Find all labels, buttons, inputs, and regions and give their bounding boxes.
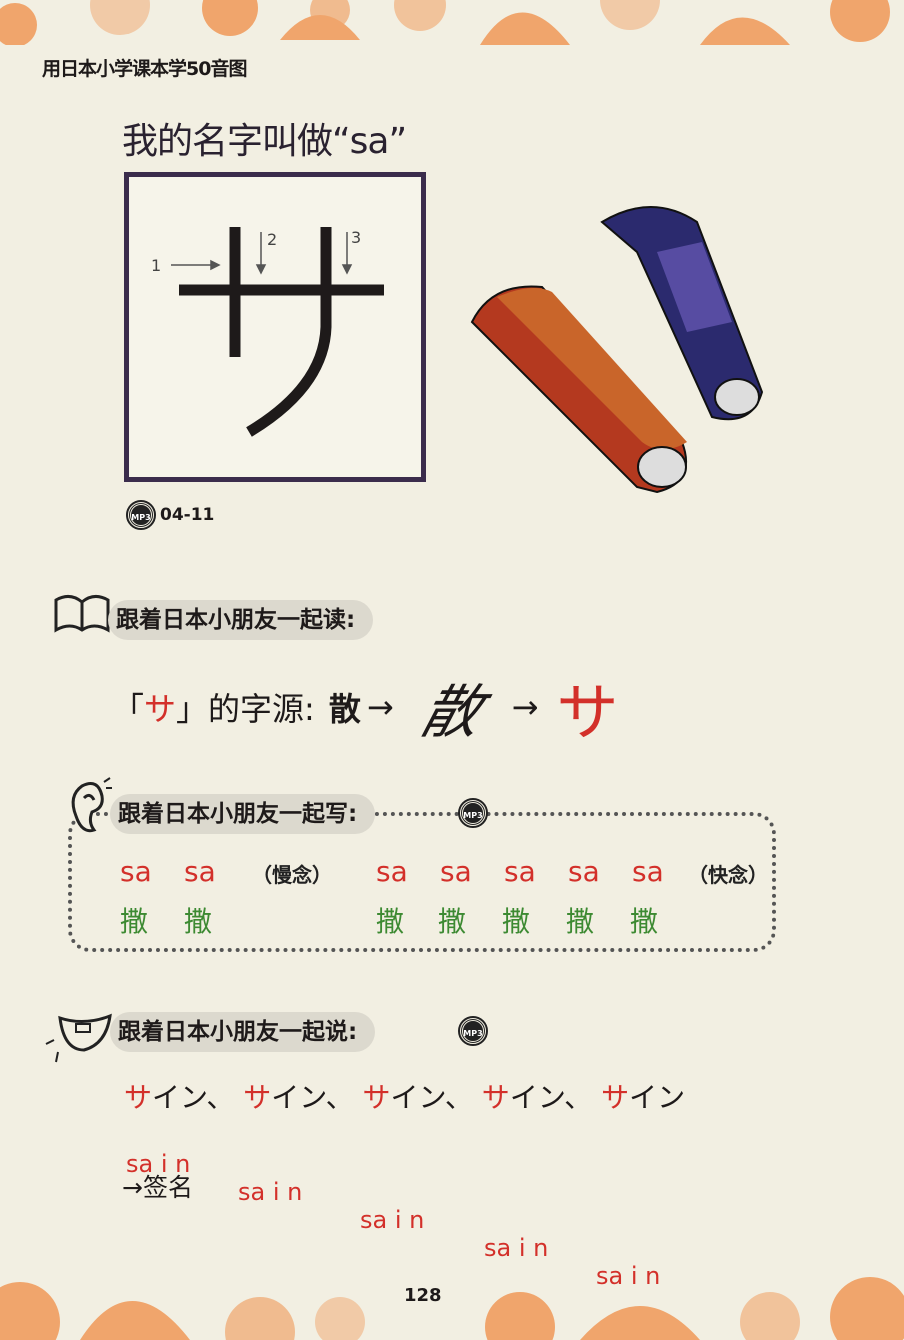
mp3-icon[interactable]: MP3 [458,798,488,828]
romaji: sa i n [238,1178,303,1206]
sound-char: 撒 [438,905,467,938]
slow-reading-note: （慢念） [252,863,332,887]
kana: サ [124,1081,153,1114]
cursive-kanji: 散 [413,678,490,746]
romaji: sa [440,855,472,888]
sound-char: 撒 [120,905,149,938]
mp3-icon[interactable]: MP3 [458,1016,488,1046]
fabric-rolls-illustration [470,206,764,494]
write-section-label: 跟着日本小朋友一起写: [110,794,376,834]
sound-char: 撒 [566,905,595,938]
audio-track[interactable]: MP3 04-11 [126,500,215,530]
audio-track-number: 04-11 [160,505,215,525]
floral-top-border [0,0,890,45]
romaji: sa [120,855,152,888]
katakana-word-line: サイン、 サイン、 サイン、 サイン、 サイン [124,1076,685,1116]
word-meaning: →签名 [122,1173,193,1202]
kana: サ [362,1081,391,1114]
kana: サ [481,1081,510,1114]
read-section-label: 跟着日本小朋友一起读: [108,600,374,640]
romaji: sa i n [360,1206,425,1234]
romaji: sa [632,855,664,888]
kana: イン [390,1081,445,1114]
separator: 、 [564,1081,593,1114]
romaji: sa i n [596,1262,661,1290]
arrow: → [366,688,394,726]
romaji: sa [568,855,600,888]
origin-label: 」的字源: [176,690,315,728]
kana-origin-line: 「 サ 」的字源: 散 → 散 → サ [112,662,619,752]
page-number: 128 [404,1285,442,1306]
source-kanji: 散 [328,690,361,728]
kana-sa-stroke-diagram: 1 2 3 [151,227,384,437]
separator: 、 [206,1081,235,1114]
open-book-icon [54,595,110,633]
mouth-icon [45,1013,112,1063]
sound-char: 撒 [502,905,531,938]
separator: 、 [325,1081,354,1114]
sound-char: 撒 [630,905,659,938]
stroke-number-1: 1 [151,256,161,275]
romaji: sa [504,855,536,888]
romaji: sa [376,855,408,888]
lesson-title: 我的名字叫做“sa” [122,121,407,162]
kana: サ [601,1081,630,1114]
speak-section-label: 跟着日本小朋友一起说: [110,1012,376,1052]
kana-stroke-box: 1 2 3 [124,172,426,482]
separator: 、 [444,1081,473,1114]
romaji: sa i n [484,1234,549,1262]
kana: イン [509,1081,565,1114]
book-title: 用日本小学课本学50音图 [42,58,247,80]
kana: イン [271,1081,326,1114]
bracket-open: 「 [112,690,145,728]
arrow: → [511,688,539,726]
mp3-icon: MP3 [126,500,156,530]
result-kana: サ [556,676,619,749]
fast-reading-note: （快念） [688,863,768,887]
kana: イン [152,1081,207,1114]
floral-bottom-border [0,1277,904,1340]
ear-icon [71,777,112,833]
stroke-number-2: 2 [267,230,277,249]
sound-char: 撒 [376,905,405,938]
romaji: sa [184,855,216,888]
kana: サ [243,1081,272,1114]
sound-char: 撒 [184,905,213,938]
origin-kana: サ [144,690,177,728]
stroke-number-3: 3 [351,228,361,247]
kana: イン [629,1081,686,1114]
